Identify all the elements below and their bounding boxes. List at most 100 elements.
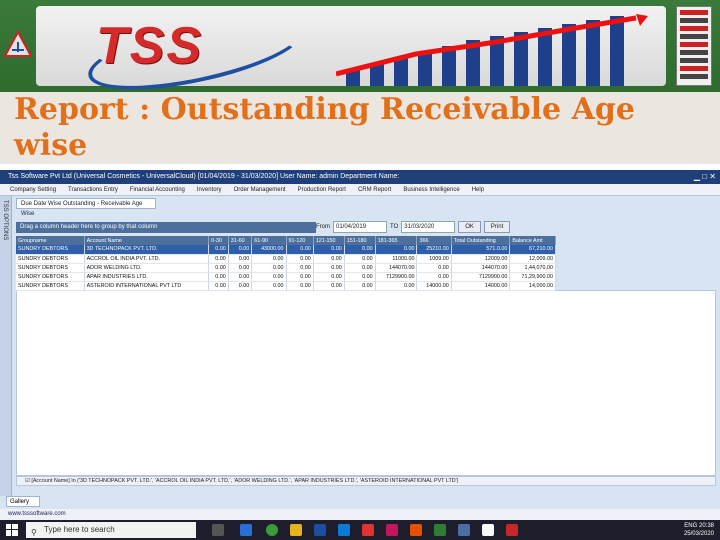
col-31-60[interactable]: 31-60 bbox=[228, 236, 253, 245]
adobe-icon[interactable] bbox=[362, 524, 374, 536]
tab-receivable-age-wise[interactable]: Due Date Wise Outstanding - Receivable A… bbox=[16, 198, 156, 217]
table-cell[interactable]: 7129900.00 bbox=[451, 272, 511, 282]
store-icon[interactable] bbox=[314, 524, 326, 536]
clock-date[interactable]: 25/03/2020 bbox=[684, 531, 714, 537]
table-row[interactable]: SUNDRY DEBTORS 3D TECHNOPACK PVT. LTD. 0.0… bbox=[16, 245, 556, 255]
windows-start-icon[interactable] bbox=[6, 524, 18, 536]
table-cell[interactable]: 1009.00 bbox=[416, 254, 452, 264]
ok-button[interactable]: OK bbox=[458, 221, 481, 233]
table-cell[interactable]: 0.00 bbox=[313, 254, 345, 264]
app-icon-6[interactable] bbox=[506, 524, 518, 536]
col-121-150[interactable]: 121-150 bbox=[313, 236, 345, 245]
table-cell[interactable]: 0.00 bbox=[313, 272, 345, 282]
app-icon-4[interactable] bbox=[458, 524, 470, 536]
table-cell[interactable]: SUNDRY DEBTORS bbox=[16, 254, 85, 264]
table-cell[interactable]: 12009.00 bbox=[451, 254, 511, 264]
table-cell[interactable]: 0.00 bbox=[375, 245, 418, 255]
clock-time[interactable]: 20:38 bbox=[699, 523, 714, 529]
table-cell[interactable]: SUNDRY DEBTORS bbox=[16, 272, 85, 282]
table-cell[interactable]: 571.0.00 bbox=[451, 245, 511, 255]
table-cell[interactable]: 43000.00 bbox=[251, 245, 287, 255]
side-options-tab[interactable]: TSS OPTIONS bbox=[0, 196, 12, 496]
table-row[interactable]: SUNDRY DEBTORS ADOR WELDING LTD. 0.00 0.00 0… bbox=[16, 263, 556, 273]
table-row[interactable]: SUNDRY DEBTORS ACCROL OIL INDIA PVT. LTD.… bbox=[16, 254, 556, 264]
table-cell[interactable]: SUNDRY DEBTORS bbox=[16, 281, 85, 291]
col-total-outstanding[interactable]: Total Outstanding bbox=[451, 236, 511, 245]
table-cell[interactable]: 0.00 bbox=[228, 254, 253, 264]
col-366[interactable]: 366 bbox=[416, 236, 452, 245]
table-cell[interactable]: 14000.00 bbox=[451, 281, 511, 291]
col-91-120[interactable]: 91-120 bbox=[286, 236, 314, 245]
table-cell[interactable]: 0.00 bbox=[286, 263, 314, 273]
table-row[interactable]: SUNDRY DEBTORS APAR INDUSTRIES LTD. 0.00 0.… bbox=[16, 272, 556, 282]
from-date-input[interactable]: 01/04/2019 bbox=[333, 221, 387, 233]
close-icon[interactable]: ✕ bbox=[709, 172, 716, 181]
table-cell[interactable]: APAR INDUSTRIES LTD. bbox=[84, 272, 210, 282]
file-explorer-icon[interactable] bbox=[290, 524, 302, 536]
table-cell[interactable]: 0.00 bbox=[208, 281, 229, 291]
table-cell[interactable]: SUNDRY DEBTORS bbox=[16, 263, 85, 273]
table-cell[interactable]: 0.00 bbox=[313, 281, 345, 291]
table-cell[interactable]: 0.00 bbox=[344, 254, 376, 264]
edge-icon[interactable] bbox=[240, 524, 252, 536]
minimize-icon[interactable]: ▁ bbox=[694, 172, 700, 181]
col-balance-amt[interactable]: Balance Amt bbox=[509, 236, 556, 245]
table-cell[interactable]: 7129900.00 bbox=[375, 272, 418, 282]
taskbar-search[interactable]: ⚲ Type here to search bbox=[26, 522, 196, 538]
table-cell[interactable]: 0.00 bbox=[251, 263, 287, 273]
table-cell[interactable]: 0.00 bbox=[344, 245, 376, 255]
table-cell[interactable]: 0.00 bbox=[286, 272, 314, 282]
table-cell[interactable]: 12,009.00 bbox=[509, 254, 556, 264]
table-cell[interactable]: ASTEROID INTERNATIONAL PVT LTD bbox=[84, 281, 210, 291]
table-cell[interactable]: 0.00 bbox=[286, 254, 314, 264]
to-date-input[interactable]: 31/03/2020 bbox=[401, 221, 456, 233]
table-cell[interactable]: ACCROL OIL INDIA PVT. LTD. bbox=[84, 254, 210, 264]
print-button[interactable]: Print bbox=[483, 221, 511, 233]
menu-crm-report[interactable]: CRM Report bbox=[358, 184, 391, 195]
menu-order-management[interactable]: Order Management bbox=[234, 184, 286, 195]
table-cell[interactable]: 0.00 bbox=[286, 245, 314, 255]
table-cell[interactable]: 11000.00 bbox=[375, 254, 418, 264]
table-cell[interactable]: 1,44,070.00 bbox=[509, 263, 556, 273]
menu-financial-accounting[interactable]: Financial Accounting bbox=[130, 184, 185, 195]
table-cell[interactable]: 0.00 bbox=[228, 263, 253, 273]
gallery-tab[interactable]: Gallery bbox=[6, 496, 40, 507]
table-cell[interactable]: 0.00 bbox=[416, 272, 452, 282]
table-cell[interactable]: 0.00 bbox=[344, 263, 376, 273]
table-cell[interactable]: 0.00 bbox=[375, 281, 418, 291]
table-cell[interactable]: ADOR WELDING LTD. bbox=[84, 263, 210, 273]
menu-company-setting[interactable]: Company Setting bbox=[10, 184, 56, 195]
table-cell[interactable]: 0.00 bbox=[251, 281, 287, 291]
table-cell[interactable]: 0.00 bbox=[208, 254, 229, 264]
table-cell[interactable]: 0.00 bbox=[208, 272, 229, 282]
table-cell[interactable]: 0.00 bbox=[208, 263, 229, 273]
table-cell[interactable]: 14000.00 bbox=[416, 281, 452, 291]
table-cell[interactable]: SUNDRY DEBTORS bbox=[16, 245, 85, 255]
table-cell[interactable]: 0.00 bbox=[313, 263, 345, 273]
app-icon-3[interactable] bbox=[434, 524, 446, 536]
col-181-365[interactable]: 181-365 bbox=[375, 236, 418, 245]
lang-indicator[interactable]: ENG bbox=[684, 523, 697, 529]
menu-production-report[interactable]: Production Report bbox=[298, 184, 346, 195]
col-groupname[interactable]: Groupname bbox=[16, 236, 85, 245]
maximize-icon[interactable]: □ bbox=[702, 172, 707, 181]
table-cell[interactable]: 0.00 bbox=[313, 245, 345, 255]
app-icon-5[interactable] bbox=[482, 524, 494, 536]
table-cell[interactable]: 0.00 bbox=[208, 245, 229, 255]
table-cell[interactable]: 67,210.00 bbox=[509, 245, 556, 255]
table-cell[interactable]: 14,000.00 bbox=[509, 281, 556, 291]
col-account-name[interactable]: Account Name bbox=[84, 236, 210, 245]
table-cell[interactable]: 0.00 bbox=[344, 281, 376, 291]
table-row[interactable]: SUNDRY DEBTORS ASTEROID INTERNATIONAL PVT… bbox=[16, 281, 556, 291]
table-cell[interactable]: 144070.00 bbox=[451, 263, 511, 273]
table-cell[interactable]: 0.00 bbox=[228, 281, 253, 291]
menu-transactions-entry[interactable]: Transactions Entry bbox=[68, 184, 118, 195]
col-151-180[interactable]: 151-180 bbox=[344, 236, 376, 245]
window-controls[interactable]: ▁ □ ✕ bbox=[694, 172, 716, 181]
col-0-30[interactable]: 0-30 bbox=[208, 236, 229, 245]
table-cell[interactable]: 0.00 bbox=[286, 281, 314, 291]
table-cell[interactable]: 0.00 bbox=[228, 245, 253, 255]
task-view-icon[interactable] bbox=[212, 524, 224, 536]
menu-business-intelligence[interactable]: Business Intelligence bbox=[403, 184, 459, 195]
table-cell[interactable]: 0.00 bbox=[228, 272, 253, 282]
